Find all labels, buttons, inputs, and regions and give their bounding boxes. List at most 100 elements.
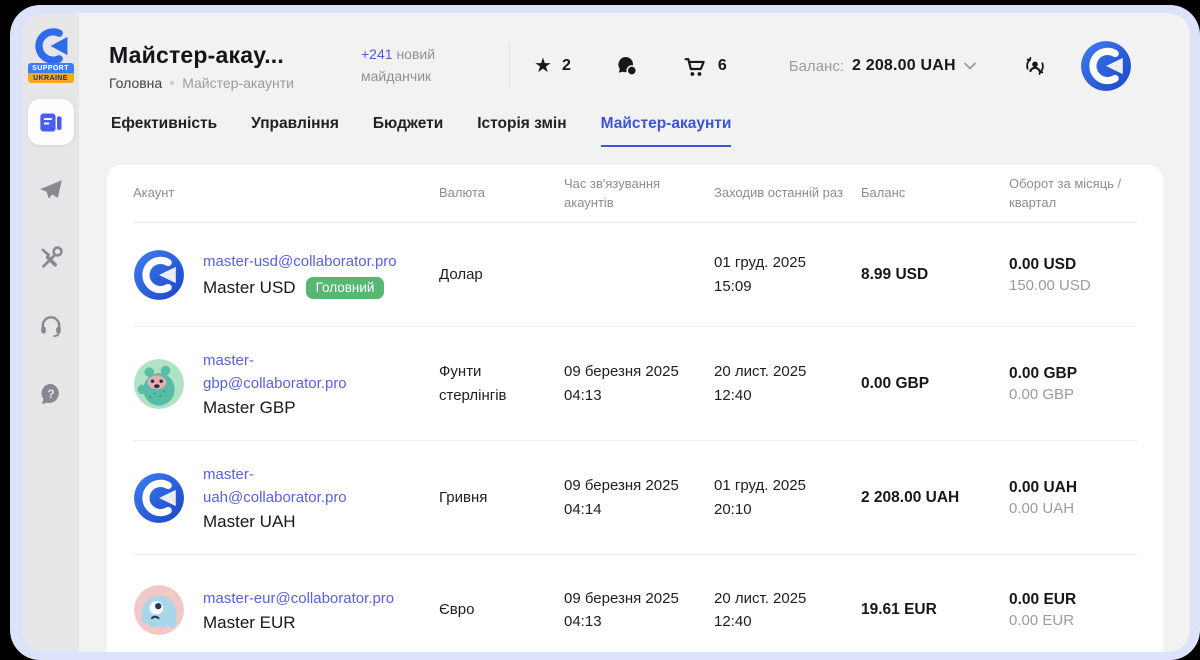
- collaborator-avatar-icon: [1080, 40, 1132, 92]
- switch-account-button[interactable]: [1022, 53, 1048, 79]
- collaborator-logo[interactable]: SUPPORT UKRAINE: [28, 25, 74, 83]
- last-login-cell: 20 лист. 2025 12:40: [714, 587, 861, 634]
- account-name: Master GBP: [203, 398, 355, 418]
- col-linked: Час зв'язування акаунтів: [564, 175, 714, 213]
- sidebar-item-messenger[interactable]: [28, 167, 74, 213]
- sidebar-item-tools[interactable]: [28, 235, 74, 281]
- col-balance: Баланс: [861, 184, 1009, 203]
- balance-cell: 2 208.00 UAH: [861, 489, 1009, 507]
- currency-cell: Євро: [439, 598, 564, 621]
- account-name: Master USD Головний: [203, 277, 397, 299]
- sidebar-item-campaigns[interactable]: [28, 99, 74, 145]
- currency-cell: Гривня: [439, 486, 564, 509]
- login-time: 12:40: [714, 610, 849, 633]
- login-time: 15:09: [714, 275, 849, 298]
- account-cell: master-gbp@collaborator.pro Master GBP: [133, 349, 439, 419]
- breadcrumb-home[interactable]: Головна: [109, 75, 162, 91]
- currency-cell: Долар: [439, 263, 564, 286]
- table-row: master-uah@collaborator.pro Master UAH Г…: [133, 441, 1137, 555]
- turnover-quarter: 0.00 UAH: [1009, 500, 1137, 517]
- last-login-cell: 20 лист. 2025 12:40: [714, 360, 861, 407]
- linked-date: 09 березня 2025: [564, 360, 702, 383]
- login-time: 12:40: [714, 384, 849, 407]
- linked-cell: 09 березня 2025 04:13: [564, 587, 714, 634]
- turnover-month: 0.00 USD: [1009, 256, 1137, 274]
- login-date: 20 лист. 2025: [714, 587, 849, 610]
- svg-text:?: ?: [47, 387, 54, 401]
- table-row: master-gbp@collaborator.pro Master GBP Ф…: [133, 327, 1137, 441]
- tab-effectiveness[interactable]: Ефективність: [111, 115, 217, 147]
- question-bubble-icon: ?: [38, 381, 64, 407]
- sidebar: SUPPORT UKRAINE: [22, 13, 79, 652]
- tools-icon: [38, 245, 64, 271]
- blue-monster-avatar-icon: [133, 584, 185, 636]
- login-date: 01 груд. 2025: [714, 251, 849, 274]
- turnover-cell: 0.00 UAH 0.00 UAH: [1009, 479, 1137, 517]
- document-icon: [37, 109, 64, 136]
- star-icon: ★: [534, 56, 552, 76]
- breadcrumb-current: Майстер-акаунти: [182, 75, 294, 91]
- tab-management[interactable]: Управління: [251, 115, 339, 147]
- support-ukraine-badge: SUPPORT UKRAINE: [28, 63, 74, 83]
- breadcrumb: Головна Майстер-акаунти: [109, 75, 361, 91]
- linked-time: 04:13: [564, 384, 702, 407]
- login-date: 01 груд. 2025: [714, 474, 849, 497]
- messages-button[interactable]: [615, 54, 639, 78]
- turnover-cell: 0.00 USD 150.00 USD: [1009, 256, 1137, 294]
- turnover-quarter: 0.00 EUR: [1009, 612, 1137, 629]
- table-row: master-eur@collaborator.pro Master EUR Є…: [133, 555, 1137, 652]
- turnover-month: 0.00 UAH: [1009, 479, 1137, 497]
- turnover-month: 0.00 GBP: [1009, 365, 1137, 383]
- linked-date: 09 березня 2025: [564, 474, 702, 497]
- login-date: 20 лист. 2025: [714, 360, 849, 383]
- account-name-text: Master UAH: [203, 512, 296, 532]
- support-label: SUPPORT: [28, 63, 74, 73]
- table-header: Акаунт Валюта Час зв'язування акаунтів З…: [133, 165, 1137, 223]
- balance-cell: 19.61 EUR: [861, 601, 1009, 619]
- table-row: master-usd@collaborator.pro Master USD Г…: [133, 223, 1137, 327]
- account-email-link[interactable]: master-uah@collaborator.pro: [203, 463, 355, 510]
- col-account: Акаунт: [133, 184, 439, 203]
- login-time: 20:10: [714, 498, 849, 521]
- new-platforms-note[interactable]: +241 новий майданчик: [361, 44, 479, 87]
- tab-history[interactable]: Історія змін: [477, 115, 566, 147]
- favorites-button[interactable]: ★ 2: [534, 56, 571, 76]
- col-last-login: Заходив останній раз: [714, 184, 861, 203]
- collaborator-c-icon: [29, 25, 73, 67]
- account-cell: master-usd@collaborator.pro Master USD Г…: [133, 249, 439, 301]
- account-name: Master UAH: [203, 512, 355, 532]
- linked-cell: 09 березня 2025 04:13: [564, 360, 714, 407]
- turnover-quarter: 0.00 GBP: [1009, 386, 1137, 403]
- linked-date: 09 березня 2025: [564, 587, 702, 610]
- currency-cell: Фунти стерлінгів: [439, 360, 564, 407]
- tab-master-accounts[interactable]: Майстер-акаунти: [601, 115, 732, 147]
- linked-time: 04:13: [564, 610, 702, 633]
- tab-budgets[interactable]: Бюджети: [373, 115, 443, 147]
- balance-cell: 0.00 GBP: [861, 375, 1009, 393]
- tab-bar: Ефективність Управління Бюджети Історія …: [79, 109, 1190, 147]
- balance-dropdown[interactable]: Баланс: 2 208.00 UAH: [789, 57, 976, 75]
- turnover-cell: 0.00 EUR 0.00 EUR: [1009, 591, 1137, 629]
- app-window: SUPPORT UKRAINE: [22, 13, 1190, 652]
- linked-time: 04:14: [564, 498, 702, 521]
- ukraine-label: UKRAINE: [28, 73, 74, 83]
- last-login-cell: 01 груд. 2025 20:10: [714, 474, 861, 521]
- chat-icon: [615, 54, 639, 78]
- main-account-badge: Головний: [306, 277, 385, 299]
- cart-button[interactable]: 6: [683, 54, 727, 79]
- account-name-text: Master GBP: [203, 398, 296, 418]
- account-email-link[interactable]: master-usd@collaborator.pro: [203, 250, 397, 273]
- balance-value: 2 208.00 UAH: [852, 57, 956, 75]
- favorites-count: 2: [562, 57, 571, 75]
- account-email-link[interactable]: master-eur@collaborator.pro: [203, 587, 394, 610]
- account-name: Master EUR: [203, 613, 394, 633]
- turnover-cell: 0.00 GBP 0.00 GBP: [1009, 365, 1137, 403]
- account-email-link[interactable]: master-gbp@collaborator.pro: [203, 349, 355, 396]
- topbar-divider: [509, 44, 510, 88]
- sidebar-nav: ?: [28, 99, 74, 417]
- user-avatar[interactable]: [1080, 40, 1132, 92]
- sidebar-item-help[interactable]: ?: [28, 371, 74, 417]
- account-name-text: Master EUR: [203, 613, 296, 633]
- sidebar-item-support[interactable]: [28, 303, 74, 349]
- accounts-card: Акаунт Валюта Час зв'язування акаунтів З…: [107, 165, 1163, 652]
